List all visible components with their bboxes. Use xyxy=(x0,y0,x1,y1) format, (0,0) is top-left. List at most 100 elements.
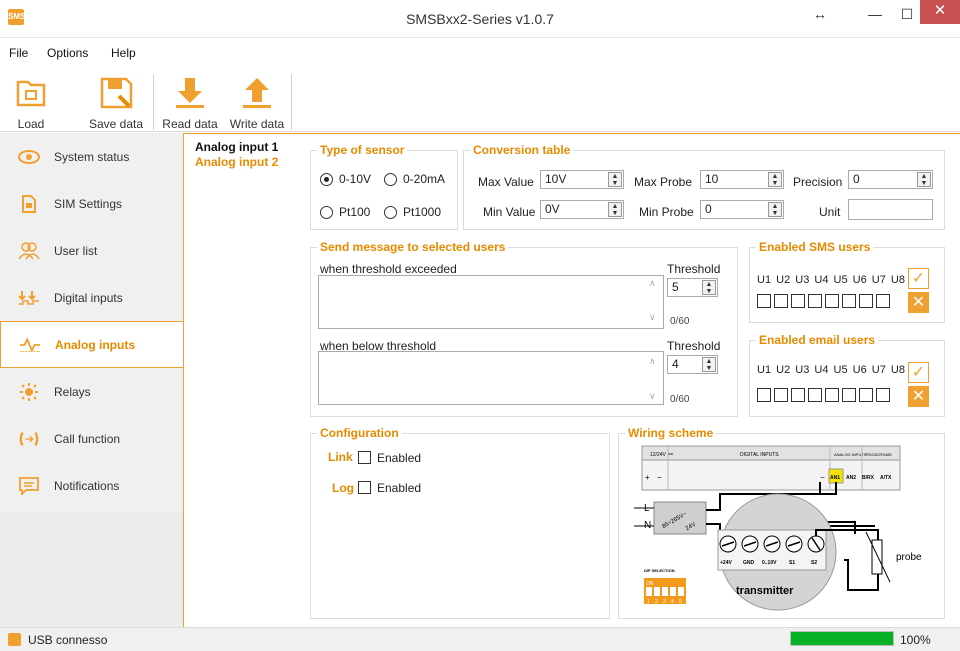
sidebar-item-label: Notifications xyxy=(54,478,120,493)
spinner-arrows-icon[interactable]: ▲ ▼ xyxy=(608,202,622,217)
spinner-arrows-icon[interactable]: ▲ ▼ xyxy=(917,172,931,187)
read-data-label: Read data xyxy=(162,117,218,131)
email-user-checkbox[interactable] xyxy=(876,388,890,402)
sms-user-checkbox[interactable] xyxy=(876,294,890,308)
resize-icon[interactable]: ↔ xyxy=(805,0,835,30)
email-user-checkbox[interactable] xyxy=(757,388,771,402)
sidebar-item-label: Relays xyxy=(54,384,91,399)
call-icon xyxy=(18,430,40,448)
sms-user-checkbox[interactable] xyxy=(808,294,822,308)
email-user-labels: U1 U2 U3 U4 U5 U6 U7 U8 xyxy=(757,364,905,376)
menu-file[interactable]: File xyxy=(9,46,28,60)
sidebar-item-system-status[interactable]: System status xyxy=(0,133,183,180)
precision-spinner[interactable]: 0 ▲ ▼ xyxy=(848,170,933,189)
log-enabled-checkbox[interactable] xyxy=(358,481,371,494)
select-all-sms-button[interactable]: ✓ xyxy=(908,268,929,289)
sidebar-footer-area xyxy=(0,512,183,627)
email-user-checkbox[interactable] xyxy=(842,388,856,402)
min-value-label: Min Value xyxy=(483,205,536,219)
max-value-spinner[interactable]: 10V ▲ ▼ xyxy=(540,170,624,189)
user-label: U3 xyxy=(795,364,810,376)
write-data-button[interactable]: Write data xyxy=(226,76,288,131)
scroll-up-icon[interactable]: ∧ xyxy=(649,278,656,289)
spinner-value: 0V xyxy=(545,202,560,216)
dip-number: 5 xyxy=(679,599,682,605)
digital-inputs-icon xyxy=(18,289,40,307)
spinner-arrows-icon[interactable]: ▲ ▼ xyxy=(702,357,716,372)
sensor-radio-pt1000[interactable]: Pt1000 xyxy=(384,205,441,219)
message-exceeded-textarea[interactable] xyxy=(318,275,664,329)
spinner-value: 0 xyxy=(705,202,712,216)
email-user-checkbox[interactable] xyxy=(808,388,822,402)
spinner-arrows-icon[interactable]: ▲ ▼ xyxy=(702,280,716,295)
threshold-low-spinner[interactable]: 4 ▲ ▼ xyxy=(667,355,718,374)
maximize-button[interactable]: ☐ xyxy=(892,0,922,30)
save-data-button[interactable]: Save data xyxy=(88,76,144,131)
sensor-radio-0-10v[interactable]: 0-10V xyxy=(320,172,371,186)
folder-icon xyxy=(16,80,46,107)
clear-all-email-button[interactable]: ✕ xyxy=(908,386,929,407)
sms-user-checkbox[interactable] xyxy=(757,294,771,308)
sms-user-checkbox[interactable] xyxy=(825,294,839,308)
max-value-label: Max Value xyxy=(478,175,534,189)
log-label: Log xyxy=(332,481,354,495)
scroll-down-icon[interactable]: ∨ xyxy=(649,391,656,402)
menu-help[interactable]: Help xyxy=(111,46,136,60)
sidebar-item-analog-inputs[interactable]: Analog inputs xyxy=(0,321,183,368)
title-bar: SMS SMSBxx2-Series v1.0.7 ↔ — ☐ ✕ xyxy=(0,0,960,38)
sidebar-item-call-function[interactable]: Call function xyxy=(0,415,183,462)
terminal-label: GND xyxy=(743,560,755,566)
sms-user-checkbox[interactable] xyxy=(774,294,788,308)
threshold-high-spinner[interactable]: 5 ▲ ▼ xyxy=(667,278,718,297)
analog-input-list: Analog input 1 Analog input 2 xyxy=(195,140,278,170)
user-label: U2 xyxy=(776,274,791,286)
spinner-arrows-icon[interactable]: ▲ ▼ xyxy=(608,172,622,187)
sensor-radio-pt100[interactable]: Pt100 xyxy=(320,205,370,219)
analog-input-2-link[interactable]: Analog input 2 xyxy=(195,155,278,169)
usb-icon xyxy=(8,633,21,646)
sidebar-item-relays[interactable]: Relays xyxy=(0,368,183,415)
sidebar-item-notifications[interactable]: Notifications xyxy=(0,462,183,509)
rs-label: RS232/RS485 xyxy=(866,452,892,457)
message-below-textarea[interactable] xyxy=(318,351,664,405)
sms-user-checkbox[interactable] xyxy=(859,294,873,308)
link-enabled-checkbox[interactable] xyxy=(358,451,371,464)
select-all-email-button[interactable]: ✓ xyxy=(908,362,929,383)
min-probe-label: Min Probe xyxy=(639,205,694,219)
sms-user-checkbox[interactable] xyxy=(842,294,856,308)
radio-selected-icon xyxy=(320,172,333,186)
min-value-spinner[interactable]: 0V ▲ ▼ xyxy=(540,200,624,219)
sms-user-checkbox[interactable] xyxy=(791,294,805,308)
email-user-checkbox[interactable] xyxy=(825,388,839,402)
spinner-arrows-icon[interactable]: ▲ ▼ xyxy=(768,172,782,187)
spinner-value: 10 xyxy=(705,172,719,186)
close-button[interactable]: ✕ xyxy=(920,0,960,24)
char-counter: 0/60 xyxy=(670,394,690,405)
spinner-value: 5 xyxy=(672,280,679,294)
clear-all-sms-button[interactable]: ✕ xyxy=(908,292,929,313)
menu-bar: File Options Help xyxy=(0,40,960,64)
unit-input[interactable] xyxy=(848,199,933,220)
email-user-checkbox[interactable] xyxy=(791,388,805,402)
sensor-radio-0-20ma[interactable]: 0-20mA xyxy=(384,172,445,186)
sidebar-item-sim-settings[interactable]: SIM Settings xyxy=(0,180,183,227)
sidebar-item-user-list[interactable]: User list xyxy=(0,227,183,274)
user-label: U5 xyxy=(833,364,848,376)
menu-options[interactable]: Options xyxy=(47,46,88,60)
read-data-button[interactable]: Read data xyxy=(162,76,218,131)
analog-input-1-link[interactable]: Analog input 1 xyxy=(195,140,278,154)
spinner-arrows-icon[interactable]: ▲ ▼ xyxy=(768,202,782,217)
scroll-down-icon[interactable]: ∨ xyxy=(649,312,656,323)
email-user-checkbox[interactable] xyxy=(859,388,873,402)
max-probe-spinner[interactable]: 10 ▲ ▼ xyxy=(700,170,784,189)
toolbar-separator xyxy=(153,74,154,130)
an1-label: AN1 xyxy=(830,475,840,481)
radio-label: Pt100 xyxy=(339,205,371,219)
min-probe-spinner[interactable]: 0 ▲ ▼ xyxy=(700,200,784,219)
email-user-checkbox[interactable] xyxy=(774,388,788,402)
radio-icon xyxy=(384,205,397,219)
scroll-up-icon[interactable]: ∧ xyxy=(649,356,656,367)
minimize-button[interactable]: — xyxy=(860,0,890,30)
sidebar-item-digital-inputs[interactable]: Digital inputs xyxy=(0,274,183,321)
user-label: U4 xyxy=(814,274,829,286)
